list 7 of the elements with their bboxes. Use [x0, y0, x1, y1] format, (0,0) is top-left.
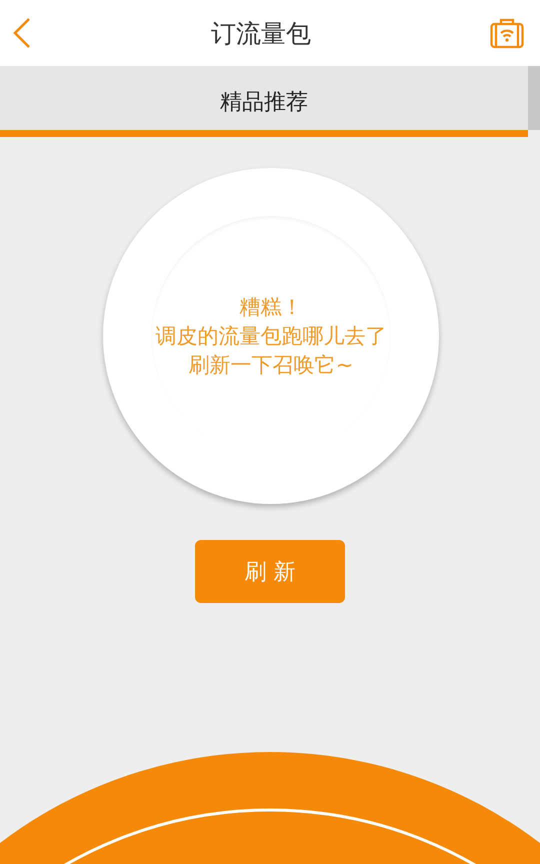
empty-message: 调皮的流量包跑哪儿去了	[156, 322, 386, 350]
empty-message: 刷新一下召唤它~	[188, 352, 354, 378]
empty-message: 糟糕！	[240, 294, 302, 320]
scrollbar[interactable]	[528, 66, 540, 130]
back-icon[interactable]	[12, 17, 32, 49]
page-title: 订流量包	[211, 18, 311, 50]
wifi-bag-icon[interactable]	[490, 17, 524, 49]
